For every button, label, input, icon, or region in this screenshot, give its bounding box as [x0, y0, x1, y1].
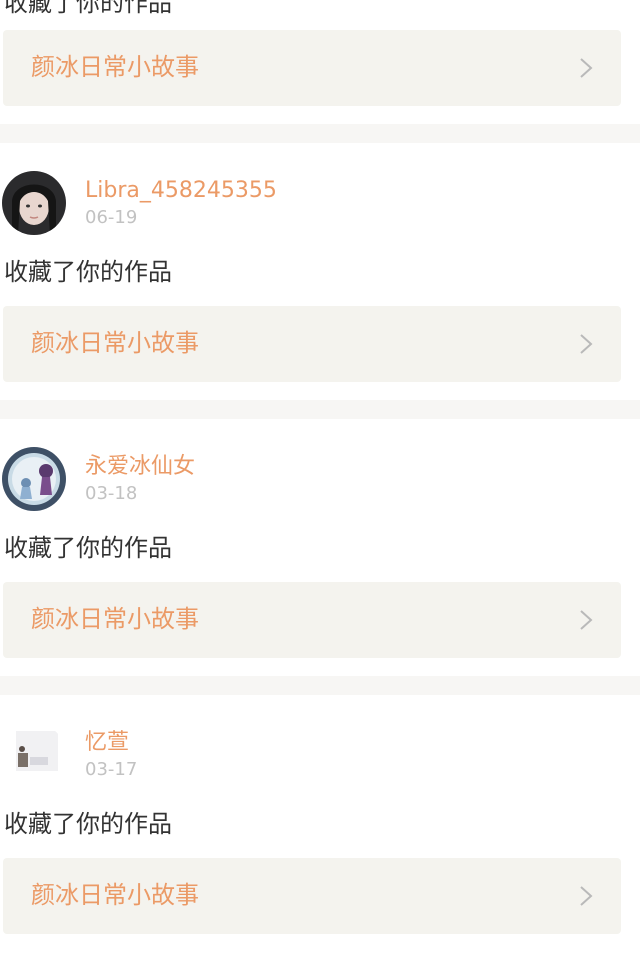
work-card[interactable]: 颜冰日常小故事: [3, 858, 621, 934]
timestamp: 06-19: [85, 207, 138, 228]
avatar[interactable]: [2, 171, 66, 235]
feed-item: 永爱冰仙女 03-18 收藏了你的作品 颜冰日常小故事: [0, 419, 640, 676]
action-text: 收藏了你的作品: [4, 534, 172, 562]
avatar[interactable]: [2, 723, 66, 787]
separator: [0, 676, 640, 695]
feed-item: 忆萱 03-17 收藏了你的作品 颜冰日常小故事: [0, 695, 640, 956]
portrait-avatar-icon: [2, 171, 66, 235]
work-title: 颜冰日常小故事: [31, 881, 199, 909]
action-text: 收藏了你的作品: [4, 0, 172, 17]
username[interactable]: 永爱冰仙女: [85, 454, 195, 480]
action-text: 收藏了你的作品: [4, 258, 172, 286]
username[interactable]: Libra_458245355: [85, 178, 277, 204]
work-card[interactable]: 颜冰日常小故事: [3, 582, 621, 658]
avatar[interactable]: [2, 447, 66, 511]
work-title: 颜冰日常小故事: [31, 329, 199, 357]
chevron-right-icon: [580, 610, 593, 630]
work-card[interactable]: 颜冰日常小故事: [3, 306, 621, 382]
anime-figures-avatar-icon: [2, 447, 66, 511]
feed-item: Libra_458245355 06-19 收藏了你的作品 颜冰日常小故事: [0, 143, 640, 400]
work-title: 颜冰日常小故事: [31, 53, 199, 81]
work-title: 颜冰日常小故事: [31, 605, 199, 633]
separator: [0, 400, 640, 419]
room-photo-avatar-icon: [2, 723, 66, 787]
timestamp: 03-18: [85, 483, 138, 504]
feed-item: 收藏了你的作品 颜冰日常小故事: [0, 0, 640, 124]
timestamp: 03-17: [85, 759, 138, 780]
action-text: 收藏了你的作品: [4, 810, 172, 838]
username[interactable]: 忆萱: [85, 730, 129, 756]
chevron-right-icon: [580, 886, 593, 906]
separator: [0, 124, 640, 143]
work-card[interactable]: 颜冰日常小故事: [3, 30, 621, 106]
chevron-right-icon: [580, 58, 593, 78]
chevron-right-icon: [580, 334, 593, 354]
